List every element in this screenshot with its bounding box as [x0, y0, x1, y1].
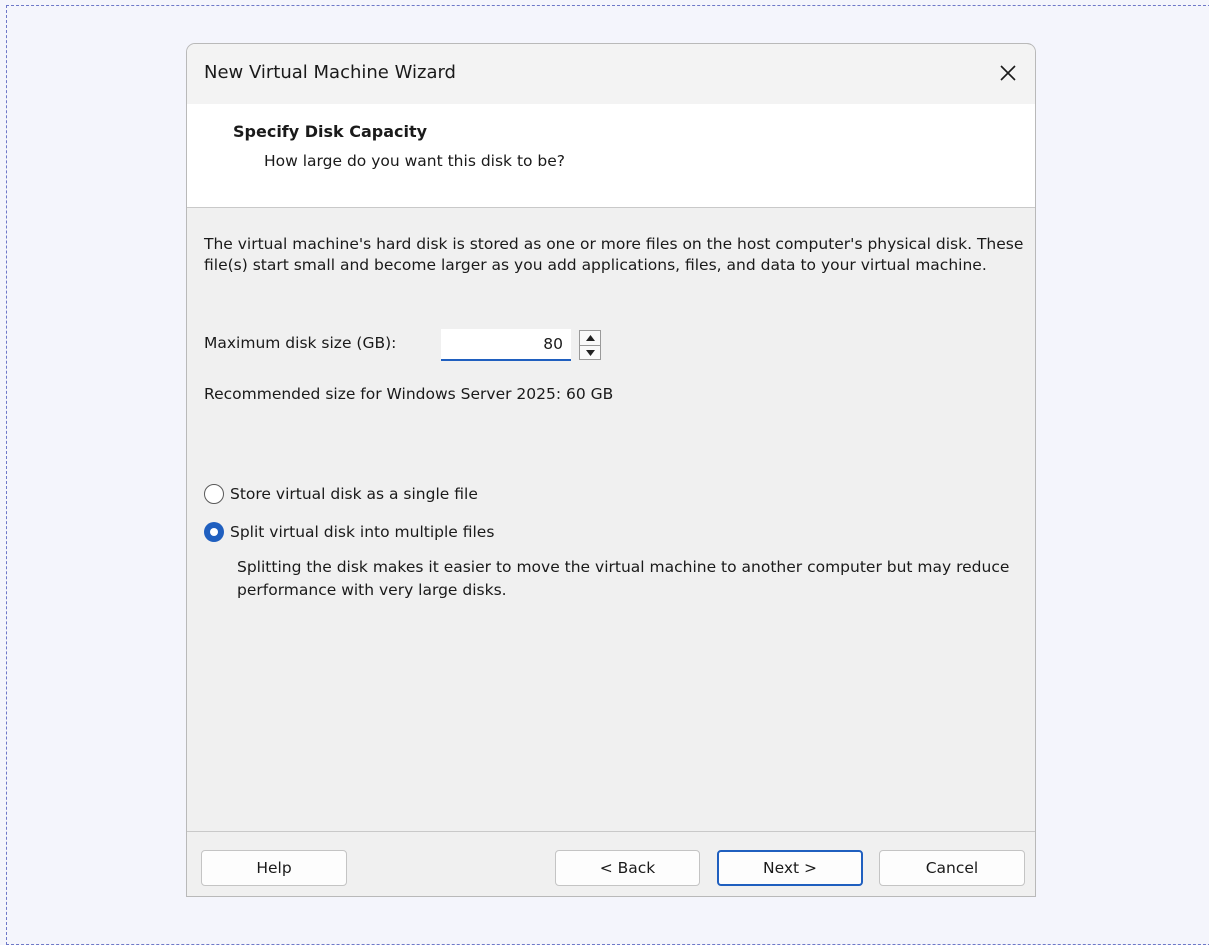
wizard-content: The virtual machine's hard disk is store…	[204, 234, 1024, 599]
radio-split-files-indicator[interactable]	[204, 522, 224, 542]
window-title: New Virtual Machine Wizard	[204, 62, 456, 83]
recommended-size-text: Recommended size for Windows Server 2025…	[204, 385, 614, 403]
close-icon[interactable]	[991, 56, 1025, 90]
chevron-down-icon[interactable]	[580, 346, 600, 360]
radio-single-file-indicator[interactable]	[204, 484, 224, 504]
wizard-dialog: New Virtual Machine Wizard Specify Disk …	[186, 43, 1036, 897]
back-button[interactable]: < Back	[555, 850, 700, 886]
wizard-header: Specify Disk Capacity How large do you w…	[187, 104, 1035, 208]
disk-size-row: Maximum disk size (GB):	[204, 329, 624, 361]
cancel-button[interactable]: Cancel	[879, 850, 1025, 886]
step-title: Specify Disk Capacity	[233, 122, 428, 141]
disk-size-stepper[interactable]	[579, 330, 601, 360]
disk-description: The virtual machine's hard disk is store…	[204, 235, 1024, 274]
disk-size-input[interactable]	[441, 329, 571, 361]
step-subtitle: How large do you want this disk to be?	[264, 152, 566, 170]
disk-size-label: Maximum disk size (GB):	[204, 334, 397, 352]
title-bar: New Virtual Machine Wizard	[187, 44, 1035, 104]
help-button[interactable]: Help	[201, 850, 347, 886]
radio-single-file[interactable]: Store virtual disk as a single file	[204, 482, 478, 506]
radio-single-file-label[interactable]: Store virtual disk as a single file	[230, 485, 478, 503]
chevron-up-icon[interactable]	[580, 331, 600, 346]
wizard-footer: Help < Back Next > Cancel	[187, 831, 1035, 896]
split-note: Splitting the disk makes it easier to mo…	[237, 558, 1010, 599]
radio-split-files[interactable]: Split virtual disk into multiple files	[204, 520, 494, 544]
radio-split-files-label[interactable]: Split virtual disk into multiple files	[230, 523, 494, 541]
next-button[interactable]: Next >	[717, 850, 863, 886]
